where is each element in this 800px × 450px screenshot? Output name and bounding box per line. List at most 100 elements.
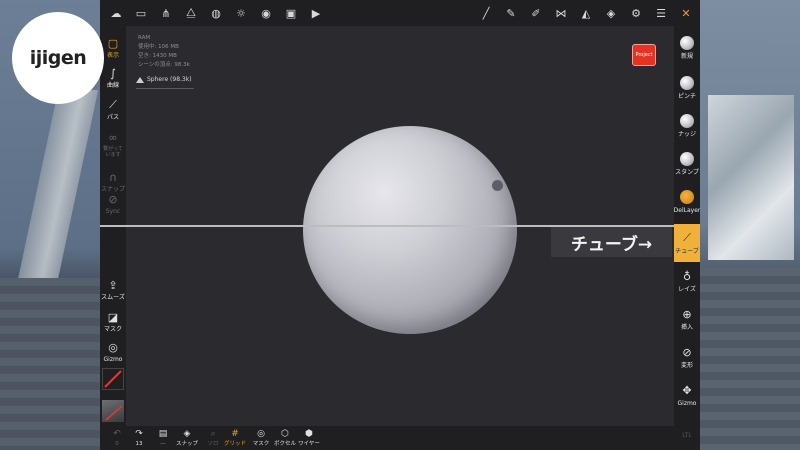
upload-icon: ⇪ [108,278,118,292]
left-tool-label: 曲線 [106,82,119,89]
left-tool-path[interactable]: ⟋ パス [100,96,126,122]
left-tool-smooth[interactable]: ⇪ スムーズ [100,276,126,302]
bottom-tool-label: ⋯ [160,440,166,447]
image-icon[interactable]: ▣ [279,1,303,25]
bottom-tool-label: 13 [135,440,143,447]
right-tool-pinch[interactable]: ピンチ [674,76,700,101]
tools-icon[interactable]: ✕ [674,1,698,25]
right-tool-label: レイズ [678,286,696,293]
stack-icon[interactable]: ◈ [599,1,623,25]
right-tool-label: DelLayer [673,207,701,214]
pen-icon[interactable]: ╱ [474,1,498,25]
bottom-tool-label: ソロ [207,440,219,447]
bottom-tool-voxel[interactable]: ⬡ ボクセル [272,426,298,450]
right-tool-label: 挿入 [680,324,693,331]
cloud-icon[interactable]: ☁ [104,1,128,25]
right-tool-lathe[interactable]: ♁ レイズ [674,268,700,294]
path-icon: ⟋ [109,98,117,111]
scene-info-line: シーンの頂点: 98.3k [138,62,190,68]
sun-icon[interactable]: ☼ [229,1,253,25]
right-tool-nudge[interactable]: ナッジ [674,114,700,139]
history-icon: ▤ [158,428,168,439]
left-tool-connected[interactable]: ∞ 繋がっています [100,128,126,159]
right-tool-transform[interactable]: ⊘ 変形 [674,344,700,370]
right-tool-label: Gizmo [677,400,697,407]
bottom-tool-label: 0 [115,440,119,447]
background-floor [0,278,100,450]
left-tool-curve[interactable]: ∫ 曲線 [100,64,126,90]
mesh-label: Sphere (98.3k) [147,76,192,83]
background-pillar [17,90,99,280]
right-tool-dellayer[interactable]: DelLayer [674,190,700,215]
scene-info-line: 空き: 1430 MB [138,53,177,59]
bottom-tool-label: スナップ [175,440,198,447]
bottom-toolbar: ↶ 0 ↷ 13 ▤ ⋯ ◈ スナップ ⌕ ソロ # グリッド ◎ マスク ⬡ ボクセル ⬢ ワイヤー [100,426,674,450]
right-tool-label: ナッジ [677,131,696,138]
bottom-tool-label: グリッド [223,440,246,447]
left-tool-label: Gizmo [103,356,123,363]
scene-info-line: 使用中: 106 MB [138,44,179,50]
globe-icon[interactable]: ◍ [204,1,228,25]
project-button[interactable]: Project [632,44,656,66]
gear-icon[interactable]: ⚙ [624,1,648,25]
left-tool-panel: ▢ 表示 ∫ 曲線 ⟋ パス ∞ 繋がっています ∩ スナップ ⊘ Sync ⇪ スムーズ ◪ マスク ◎ Giz… [100,26,126,450]
pencil-icon[interactable]: ✎ [499,1,523,25]
material-icon[interactable]: ◉ [254,1,278,25]
folder-icon[interactable]: ▭ [129,1,153,25]
left-tool-gizmo[interactable]: ◎ Gizmo [100,338,126,364]
bottom-tool-label: ボクセル [273,440,296,447]
undo-icon: ↶ [113,428,121,439]
mesh-item[interactable]: Sphere (98.3k) [136,76,192,83]
stroke-preview-icon [104,370,122,388]
insert-icon: ⊕ [682,307,692,321]
left-tool-label: パス [106,114,119,121]
bottom-tool-grid[interactable]: # グリッド [222,426,248,450]
curve-icon: ∫ [110,66,116,80]
top-toolbar-right: ╱ ✎ ✐ ⋈ ◭ ◈ ⚙ ☰ ✕ [473,1,698,25]
sphere-mesh[interactable] [303,126,517,334]
left-tool-sync[interactable]: ⊘ Sync [100,190,126,216]
tube-callout: チューブ→ [551,227,672,257]
gizmo-icon: ◎ [108,340,118,354]
sliders-icon[interactable]: ☰ [649,1,673,25]
eyedropper-icon[interactable]: ✐ [524,1,548,25]
nudge-brush-icon [680,114,694,128]
left-tool-mask[interactable]: ◪ マスク [100,308,126,334]
bottom-tool-label: マスク [252,440,270,447]
triangle-icon[interactable]: ◭ [574,1,598,25]
right-tool-label: スタンプ [675,169,699,176]
gizmo-icon: ✥ [682,383,692,397]
mask-icon: ◪ [107,310,119,324]
color-swatch-gradient[interactable] [102,400,124,422]
bottom-tool-redo[interactable]: ↷ 13 [126,426,152,450]
bottom-tool-snap[interactable]: ◈ スナップ [174,426,200,450]
dellayer-brush-icon [680,190,694,204]
right-tool-label: チューブ [675,248,699,255]
share-icon[interactable]: ⋔ [154,1,178,25]
left-tool-label: Sync [105,208,121,215]
background-window [708,95,794,260]
right-tool-new[interactable]: 新規 [674,36,700,61]
video-icon[interactable]: ▶ [304,1,328,25]
scene-info: RAM 使用中: 106 MB 空き: 1430 MB シーンの頂点: 98.3k [138,34,190,70]
top-toolbar: ☁ ▭ ⋔ ⧋ ◍ ☼ ◉ ▣ ▶ ╱ ✎ ✐ ⋈ ◭ ◈ ⚙ ☰ ✕ [100,0,700,26]
mesh-triangle-icon [136,76,144,83]
color-swatch-red[interactable] [102,368,124,390]
falloff-preview-icon [105,405,123,421]
bottom-tool-history[interactable]: ▤ ⋯ [150,426,176,450]
right-tool-insert[interactable]: ⊕ 挿入 [674,306,700,332]
mirror-icon[interactable]: ⋈ [549,1,573,25]
bottom-tool-mask[interactable]: ◎ マスク [248,426,274,450]
channel-logo: ijigen [12,12,104,104]
layers-icon[interactable]: ⧋ [179,1,203,25]
zoom-icon: ⌕ [210,428,216,439]
bottom-tool-wire[interactable]: ⬢ ワイヤー [296,426,322,450]
right-tool-label: 新規 [680,53,693,60]
scene-info-line: RAM [138,35,151,41]
mesh-divider [136,88,194,89]
right-tool-stamp[interactable]: スタンプ [674,152,700,177]
right-tool-gizmo[interactable]: ✥ Gizmo [674,382,700,408]
left-tool-label: スムーズ [101,294,125,301]
right-footer: LTL [682,432,692,439]
right-tool-tube[interactable]: ⟋ チューブ [674,224,700,262]
